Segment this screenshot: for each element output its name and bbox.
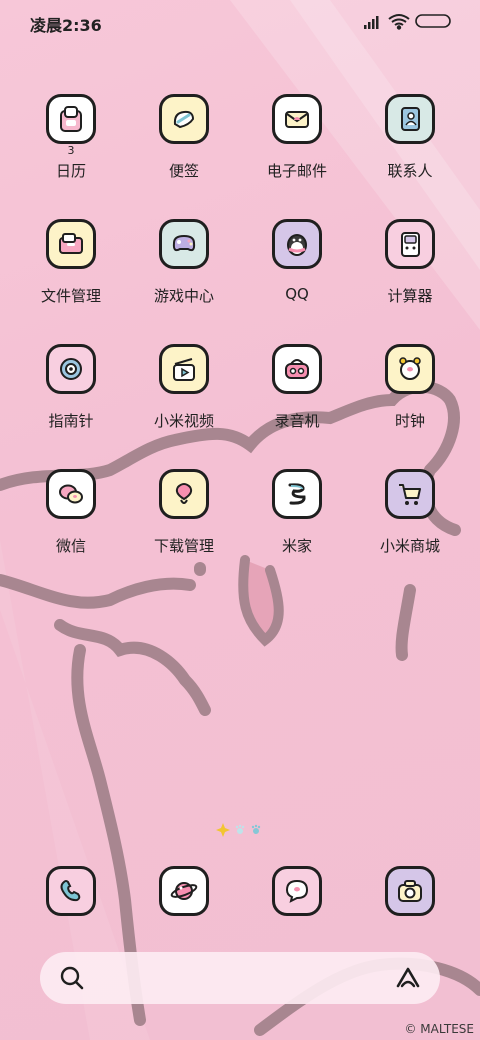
app-notes[interactable]: 便签: [129, 88, 239, 198]
penguin-icon: [287, 234, 307, 256]
app-label: 下载管理: [153, 537, 214, 555]
folder-icon: [59, 233, 83, 254]
app-label: 便签: [168, 162, 199, 180]
app-download[interactable]: 下载管理: [129, 463, 239, 573]
app-tile[interactable]: [46, 219, 96, 269]
app-penguin[interactable]: QQ: [242, 213, 352, 323]
app-label: 小米商城: [379, 537, 440, 555]
app-tile[interactable]: [159, 469, 209, 519]
status-time: 凌晨2:36: [30, 16, 102, 35]
app-mail[interactable]: 电子邮件: [242, 88, 352, 198]
app-label: 录音机: [274, 412, 320, 430]
mijia-icon: [288, 483, 306, 505]
battery-icon: [415, 14, 451, 28]
app-tile[interactable]: [385, 344, 435, 394]
notes-icon: [173, 110, 195, 129]
signal-icon: [364, 16, 379, 29]
app-tile[interactable]: [159, 866, 209, 916]
wifi-icon: [388, 14, 410, 30]
mail-icon: [285, 111, 309, 128]
assistant-icon[interactable]: [394, 964, 422, 992]
app-label: 联系人: [387, 162, 433, 180]
app-tile[interactable]: [46, 866, 96, 916]
app-tile[interactable]: [159, 344, 209, 394]
app-tile[interactable]: [46, 469, 96, 519]
app-tile[interactable]: [272, 94, 322, 144]
app-video[interactable]: 小米视频: [129, 338, 239, 448]
app-tile[interactable]: [46, 344, 96, 394]
app-badge: 3: [67, 144, 75, 157]
phone-icon: [60, 880, 81, 902]
app-label: 米家: [281, 537, 312, 555]
app-shopping-cart[interactable]: 小米商城: [355, 463, 465, 573]
app-tile[interactable]: [272, 469, 322, 519]
app-tile[interactable]: [159, 219, 209, 269]
status-bar: 凌晨2:36: [0, 0, 480, 44]
search-icon[interactable]: [58, 964, 86, 992]
search-bar[interactable]: [40, 952, 440, 1004]
app-label: 计算器: [387, 287, 433, 305]
message-bubble-icon: [285, 879, 309, 903]
watermark: © MALTESE: [404, 1022, 474, 1036]
status-icons: [364, 14, 451, 30]
app-label: 日历: [55, 162, 86, 180]
app-label: 文件管理: [40, 287, 101, 305]
app-gamepad[interactable]: 游戏中心: [129, 213, 239, 323]
recorder-icon: [285, 359, 309, 379]
download-icon: [175, 483, 193, 504]
wechat-icon: [59, 484, 83, 504]
app-tile[interactable]: [385, 469, 435, 519]
app-tile[interactable]: [46, 94, 96, 144]
app-tile[interactable]: [272, 219, 322, 269]
app-label: 小米视频: [153, 412, 214, 430]
browser-planet-icon: [170, 882, 198, 900]
camera-icon: [398, 880, 422, 902]
app-alarm-clock[interactable]: 时钟: [355, 338, 465, 448]
paw-dot-icon: [235, 824, 245, 834]
app-calendar[interactable]: 3 日历: [16, 88, 126, 198]
app-tile[interactable]: [272, 866, 322, 916]
app-label: 指南针: [48, 412, 94, 430]
calendar-icon: [60, 106, 82, 132]
app-label: 游戏中心: [153, 287, 214, 305]
app-tile[interactable]: [159, 94, 209, 144]
video-icon: [173, 358, 195, 381]
contacts-icon: [401, 107, 420, 131]
app-tile[interactable]: [385, 219, 435, 269]
app-contacts[interactable]: 联系人: [355, 88, 465, 198]
alarm-clock-icon: [399, 357, 421, 380]
app-tile[interactable]: [385, 866, 435, 916]
app-mijia[interactable]: 米家: [242, 463, 352, 573]
calculator-icon: [401, 232, 420, 257]
compass-icon: [60, 358, 82, 380]
gamepad-icon: [172, 234, 196, 252]
app-label: 微信: [55, 537, 86, 555]
page-indicator: [216, 823, 261, 837]
app-tile[interactable]: [385, 94, 435, 144]
app-tile[interactable]: [272, 344, 322, 394]
app-label: 电子邮件: [266, 162, 327, 180]
app-calculator[interactable]: 计算器: [355, 213, 465, 323]
app-recorder[interactable]: 录音机: [242, 338, 352, 448]
app-label: 时钟: [394, 412, 425, 430]
shopping-cart-icon: [399, 484, 421, 505]
app-label: QQ: [285, 285, 309, 303]
app-folder[interactable]: 文件管理: [16, 213, 126, 323]
app-compass[interactable]: 指南针: [16, 338, 126, 448]
sparkle-icon: [216, 823, 230, 837]
paw-dot-icon: [251, 824, 261, 834]
app-wechat[interactable]: 微信: [16, 463, 126, 573]
